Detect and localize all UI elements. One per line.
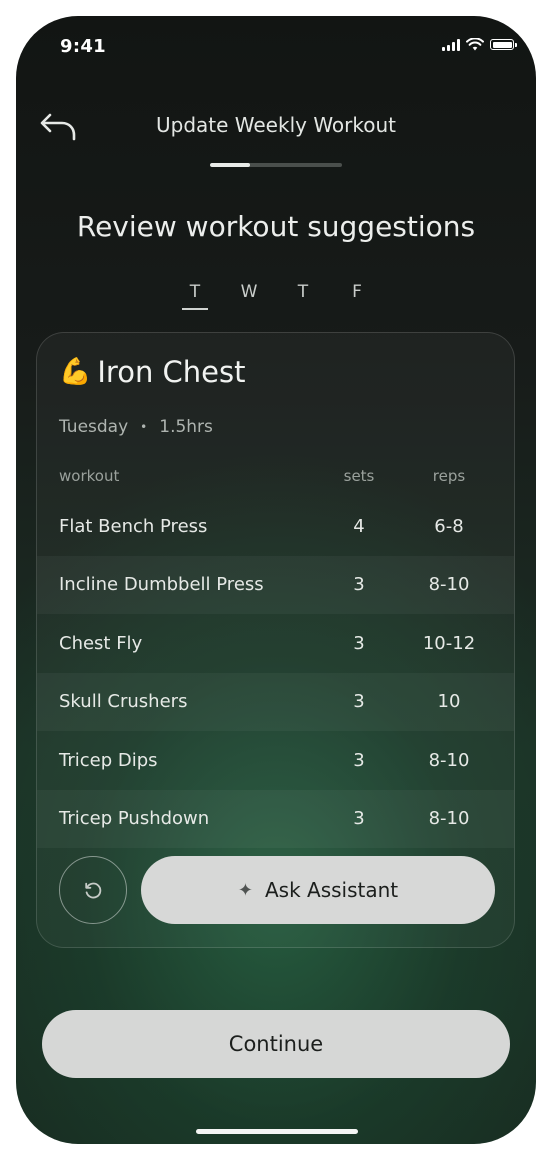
- workout-day: Tuesday: [59, 417, 129, 437]
- step-progress-bar: [210, 163, 342, 167]
- signal-icon: [442, 38, 460, 51]
- table-row: Incline Dumbbell Press 3 8-10: [37, 555, 514, 614]
- continue-label: Continue: [228, 1032, 324, 1056]
- exercise-sets: 3: [353, 574, 365, 596]
- workout-name: Iron Chest: [97, 355, 246, 389]
- exercise-sets: 4: [353, 515, 365, 537]
- column-sets: sets: [343, 467, 375, 485]
- exercise-sets: 3: [353, 691, 365, 713]
- day-tabs: T W T F: [168, 280, 384, 316]
- table-row: Flat Bench Press 4 6-8: [37, 497, 514, 556]
- exercise-name: Tricep Dips: [59, 749, 158, 771]
- table-row: Tricep Pushdown 3 8-10: [37, 789, 514, 848]
- tab-day-friday[interactable]: F: [330, 280, 384, 314]
- workout-card: 💪 Iron Chest Tuesday • 1.5hrs workout se…: [36, 332, 515, 948]
- workout-title: 💪 Iron Chest: [59, 355, 246, 389]
- sparkle-icon: ✦: [237, 879, 253, 901]
- regenerate-button[interactable]: [59, 856, 127, 924]
- continue-button[interactable]: Continue: [42, 1010, 510, 1078]
- exercise-name: Incline Dumbbell Press: [59, 574, 264, 596]
- exercise-reps: 10: [437, 691, 461, 713]
- exercise-name: Chest Fly: [59, 632, 143, 654]
- phone-screen: 9:41 Update Weekly Workout Review workou…: [16, 16, 536, 1144]
- column-workout: workout: [59, 467, 120, 485]
- column-reps: reps: [432, 467, 466, 485]
- workout-duration: 1.5hrs: [159, 417, 213, 437]
- exercise-sets: 3: [353, 749, 365, 771]
- table-row: Tricep Dips 3 8-10: [37, 731, 514, 790]
- exercise-name: Skull Crushers: [59, 691, 188, 713]
- ask-assistant-button[interactable]: ✦ Ask Assistant: [141, 856, 495, 924]
- status-icons: [442, 38, 517, 51]
- exercise-reps: 8-10: [428, 574, 470, 596]
- exercise-reps: 10-12: [422, 632, 476, 654]
- header-title: Update Weekly Workout: [155, 113, 397, 137]
- meta-separator: •: [140, 420, 148, 434]
- workout-table: Flat Bench Press 4 6-8 Incline Dumbbell …: [37, 497, 514, 848]
- exercise-reps: 6-8: [434, 515, 464, 537]
- workout-meta: Tuesday • 1.5hrs: [59, 417, 213, 437]
- tab-day-wednesday[interactable]: W: [222, 280, 276, 314]
- tab-day-tuesday[interactable]: T: [168, 280, 222, 314]
- status-time: 9:41: [60, 36, 106, 57]
- flexed-biceps-icon: 💪: [59, 357, 92, 387]
- ask-assistant-label: Ask Assistant: [264, 878, 399, 902]
- table-row: Chest Fly 3 10-12: [37, 614, 514, 673]
- exercise-reps: 8-10: [428, 808, 470, 830]
- table-header: workout sets reps: [37, 467, 514, 489]
- battery-icon: [490, 39, 517, 50]
- exercise-name: Flat Bench Press: [59, 515, 208, 537]
- step-progress-fill: [210, 163, 250, 167]
- exercise-reps: 8-10: [428, 749, 470, 771]
- tab-day-thursday[interactable]: T: [276, 280, 330, 314]
- wifi-icon: [466, 38, 484, 51]
- home-indicator: [196, 1129, 358, 1134]
- undo-icon: [85, 882, 102, 899]
- page-heading: Review workout suggestions: [76, 210, 476, 243]
- table-row: Skull Crushers 3 10: [37, 672, 514, 731]
- exercise-sets: 3: [353, 632, 365, 654]
- exercise-name: Tricep Pushdown: [59, 808, 210, 830]
- exercise-sets: 3: [353, 808, 365, 830]
- status-bar: 9:41: [16, 16, 536, 72]
